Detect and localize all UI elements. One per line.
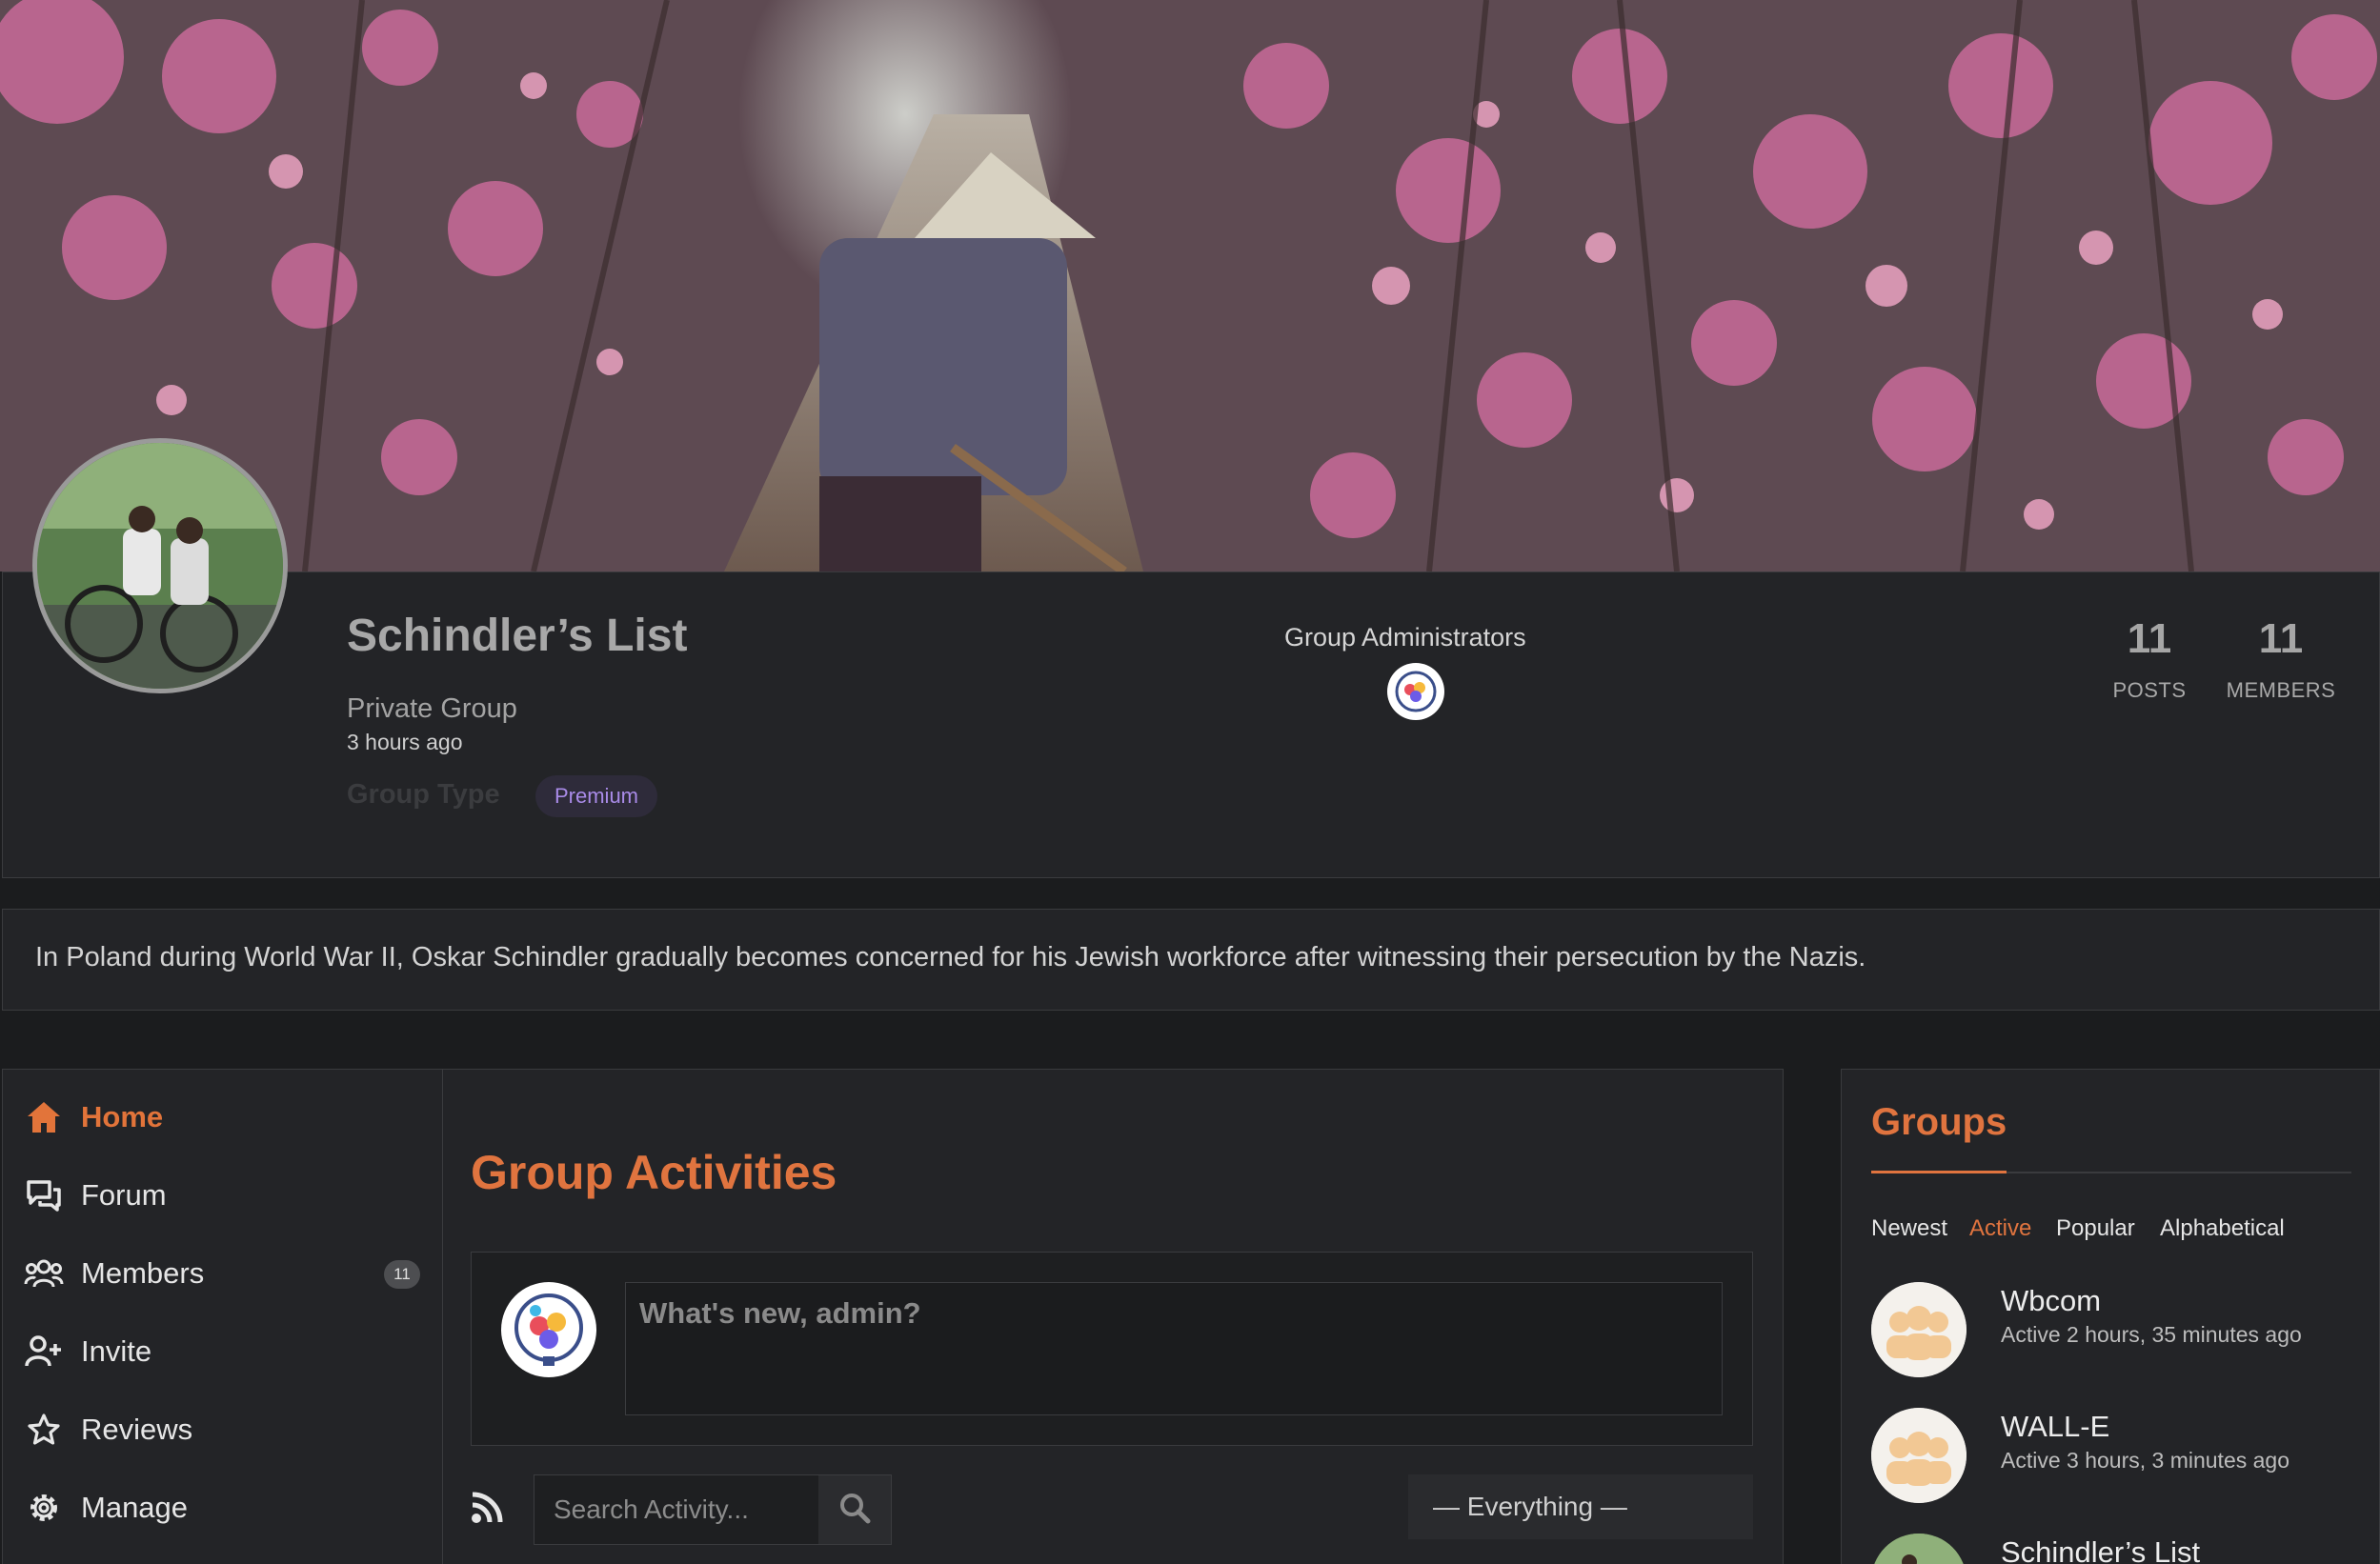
nav-label-reviews: Reviews [81,1413,193,1446]
nav-item-home[interactable]: Home [24,1089,424,1146]
activity-filter-select[interactable]: — Everything — [1408,1474,1753,1539]
members-icon [24,1253,64,1293]
nav-label-forum: Forum [81,1178,167,1212]
user-plus-icon [24,1332,64,1372]
star-icon [24,1410,64,1450]
rss-icon[interactable] [471,1492,503,1524]
nav-label-home: Home [81,1100,164,1133]
chat-bubbles-icon [24,1175,64,1215]
nav-item-members[interactable]: Members 11 [24,1245,424,1302]
group-name[interactable]: Schindler’s List [2001,1535,2200,1564]
nav-label-members: Members [81,1256,205,1290]
home-icon [24,1097,64,1137]
group-status: Private Group [347,693,517,724]
tab-newest[interactable]: Newest [1871,1215,1947,1242]
nav-label-invite: Invite [81,1334,152,1368]
group-activity-time: Active 3 hours, 3 minutes ago [2001,1448,2289,1473]
nav-item-invite[interactable]: Invite [24,1323,424,1380]
group-avatar-wall-e[interactable] [1871,1408,1967,1503]
group-admins-label: Group Administrators [1284,623,1526,652]
group-avatar-wbcom[interactable] [1871,1282,1967,1377]
admin-avatar[interactable] [1387,663,1444,720]
gear-icon [24,1488,64,1528]
nav-label-manage: Manage [81,1491,189,1524]
members-count-badge: 11 [384,1260,420,1289]
page-title: Group Activities [471,1146,837,1199]
group-type-label: Group Type [347,779,500,810]
activity-search-input[interactable]: Search Activity... [534,1475,818,1544]
group-title: Schindler’s List [347,611,688,661]
group-avatar[interactable] [32,438,288,693]
posts-label: POSTS [2112,678,2187,702]
tab-alphabetical[interactable]: Alphabetical [2160,1215,2285,1242]
group-nav: Home Forum Members 11 Invite Reviews Man… [2,1069,442,1564]
group-description-panel: In Poland during World War II, Oskar Sch… [2,909,2380,1011]
tab-popular[interactable]: Popular [2056,1215,2135,1242]
search-icon [838,1492,871,1529]
group-description: In Poland during World War II, Oskar Sch… [35,942,1866,972]
group-created-time: 3 hours ago [347,730,463,754]
widget-title-underline [1871,1171,2007,1173]
nav-item-forum[interactable]: Forum [24,1167,424,1224]
activity-search: Search Activity... [534,1474,892,1545]
members-count: 11 [2258,615,2304,662]
group-activity-time: Active 2 hours, 35 minutes ago [2001,1322,2302,1347]
widget-title: Groups [1871,1101,2007,1143]
group-cover-photo [0,0,2380,571]
members-label: MEMBERS [2226,678,2336,702]
posts-count: 11 [2127,615,2172,662]
whats-new-input[interactable]: What's new, admin? [625,1282,1723,1415]
nav-item-reviews[interactable]: Reviews [24,1401,424,1458]
tab-active[interactable]: Active [1969,1215,2031,1242]
user-avatar[interactable] [501,1282,596,1377]
group-name[interactable]: WALL-E [2001,1410,2109,1444]
group-type-badge: Premium [535,775,658,817]
nav-item-manage[interactable]: Manage [24,1479,424,1536]
group-name[interactable]: Wbcom [2001,1284,2101,1318]
search-button[interactable] [818,1475,891,1544]
